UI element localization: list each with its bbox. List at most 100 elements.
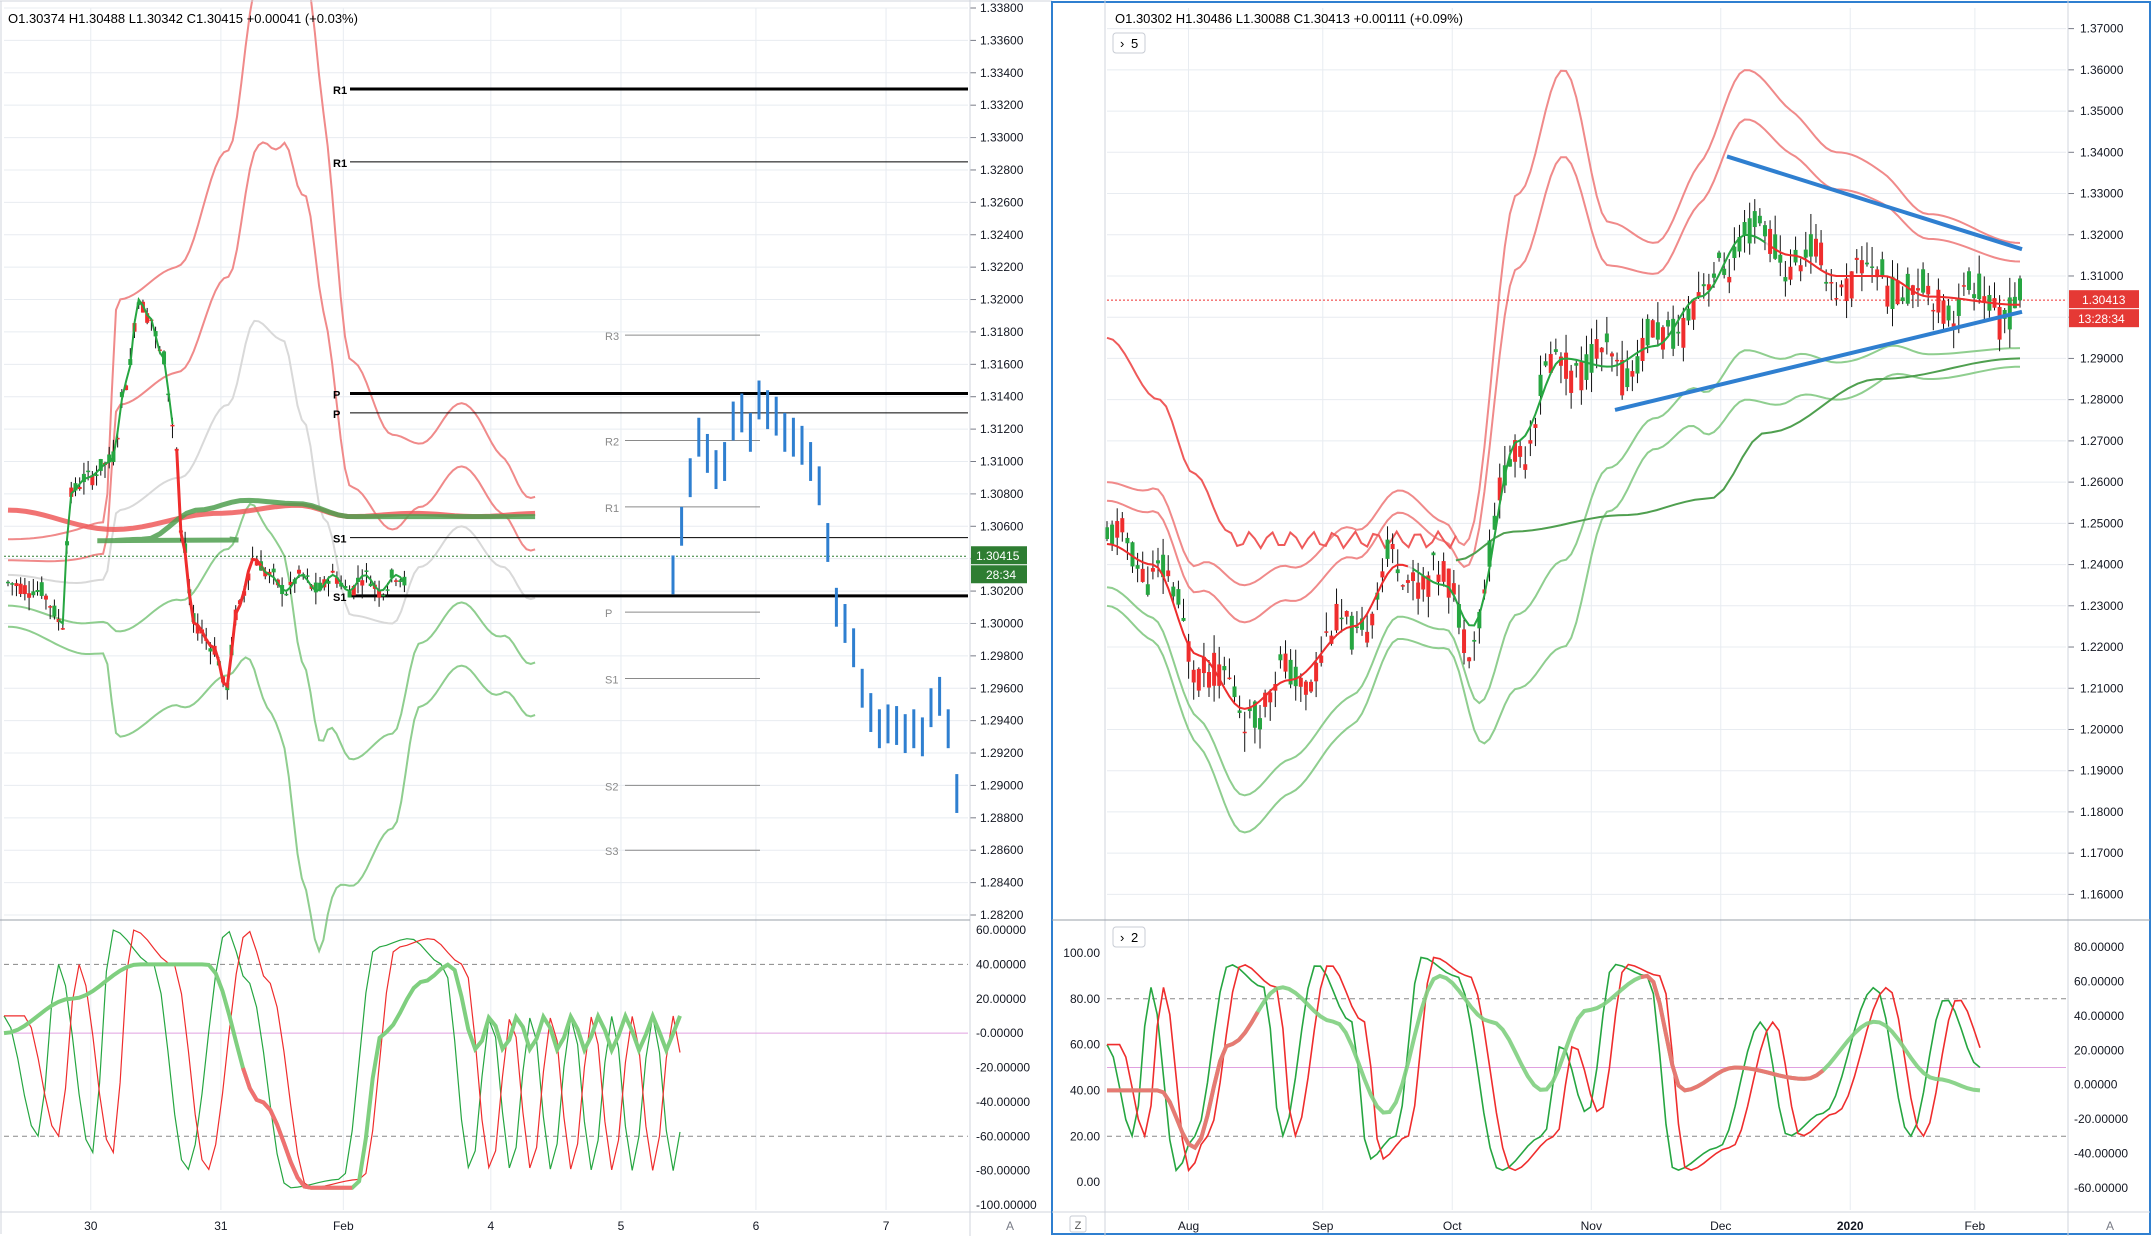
candle-body (1339, 617, 1344, 620)
candle-body (1176, 589, 1181, 605)
price-tick-label: 1.28200 (980, 908, 1024, 922)
candle-body (1145, 584, 1150, 595)
candle-body (1380, 571, 1385, 578)
candle-body (1941, 300, 1946, 324)
candle-body (1441, 561, 1446, 582)
candle-body (1635, 356, 1640, 374)
candle-body (1400, 585, 1405, 587)
candle-body (1926, 285, 1931, 295)
candle-body (1742, 222, 1747, 236)
candle-body (1191, 669, 1196, 683)
candle-body (1783, 277, 1788, 282)
candle-body (368, 583, 373, 587)
candle-body (1446, 568, 1451, 598)
candle-body (1604, 333, 1609, 343)
candle-body (1936, 289, 1941, 313)
price-tick-label: 1.34000 (2080, 145, 2124, 159)
candle-body (1258, 718, 1263, 730)
study-collapse-button[interactable]: › 5 (1112, 32, 1146, 54)
candle-body (1564, 352, 1569, 379)
chart-canvas[interactable]: R1R1PPS1S1R3R2R1PS1S2S3 O1.30374 H1.3048… (0, 0, 2152, 1236)
candle-body (1518, 446, 1523, 457)
candle-body (1436, 574, 1441, 582)
oscillator-right-tick-label: 40.00000 (2074, 1009, 2124, 1023)
price-tick-label: 1.33400 (980, 66, 1024, 80)
candle-body (1584, 354, 1589, 380)
weekly-pivot-label: S3 (605, 846, 618, 858)
candle-body (1752, 211, 1757, 228)
weekly-pivot-label: R2 (605, 436, 619, 448)
candle-body (1268, 692, 1273, 703)
candle-body (1105, 527, 1109, 540)
candle-body (1757, 215, 1762, 224)
date-tick-label: 31 (214, 1219, 228, 1233)
candle-body (1798, 265, 1803, 272)
candle-body (1676, 331, 1681, 334)
candle-body (1997, 306, 2002, 340)
oscillator-left-tick-label: 60.00 (1070, 1038, 1100, 1052)
candle-body (1762, 225, 1767, 237)
candle-body (1472, 639, 1477, 642)
candle-body (1166, 570, 1171, 577)
candle-body (1844, 278, 1849, 302)
candle-body (48, 606, 53, 608)
oscillator-tick-label: -20.00000 (976, 1061, 1030, 1075)
price-tick-label: 1.31800 (980, 325, 1024, 339)
price-tick-label: 1.29800 (980, 649, 1024, 663)
date-tick-label: 5 (618, 1219, 625, 1233)
price-tick-label: 1.29200 (980, 746, 1024, 760)
price-tick-label: 1.28800 (980, 811, 1024, 825)
candle-body (1921, 269, 1926, 293)
candle-body (43, 595, 48, 600)
osc-collapse-button[interactable]: › 2 (1112, 926, 1146, 948)
candle-body (1864, 262, 1869, 265)
candle-body (1416, 582, 1421, 599)
date-tick-label: 30 (84, 1219, 98, 1233)
candle-body (1533, 424, 1538, 428)
zoom-button[interactable]: Z (1069, 1215, 1087, 1233)
candle-body (1829, 282, 1834, 284)
candle-body (1701, 284, 1706, 287)
candle-body (1462, 629, 1467, 654)
weekly-pivot-label: S2 (605, 781, 618, 793)
price-tick-label: 1.21000 (2080, 681, 2124, 695)
price-tick-label: 1.17000 (2080, 846, 2124, 860)
price-tick-label: 1.32400 (980, 228, 1024, 242)
candle-body (1773, 234, 1778, 259)
candle-body (1222, 666, 1227, 671)
pivot-label: P (333, 409, 340, 421)
oscillator-tick-label: -60.00000 (976, 1129, 1030, 1143)
price-tick-label: 1.33200 (980, 98, 1024, 112)
candle-body (1314, 662, 1319, 682)
candle-body (52, 605, 57, 617)
candle-body (1569, 370, 1574, 393)
candle-body (1961, 285, 1966, 287)
candle-body (1681, 317, 1686, 348)
oscillator-tick-label: -80.00000 (976, 1164, 1030, 1178)
pivot-label: S1 (333, 592, 346, 604)
oscillator-tick-label: -0.00000 (976, 1026, 1024, 1040)
candle-body (1630, 371, 1635, 377)
svg-text:A: A (1006, 1219, 1014, 1233)
oscillator-right-tick-label: 60.00000 (2074, 975, 2124, 989)
candle-body (1181, 617, 1186, 621)
candle-body (1813, 238, 1818, 257)
candle-body (1609, 353, 1614, 357)
candle-body (27, 593, 32, 598)
candle-body (1824, 281, 1829, 284)
candle-body (10, 583, 15, 585)
price-tick-label: 1.30000 (980, 616, 1024, 630)
price-tick-label: 1.31200 (980, 422, 1024, 436)
candle-body (1150, 568, 1155, 572)
candle-body (18, 583, 23, 594)
candle-body (14, 583, 19, 587)
oscillator-right-tick-label: -20.00000 (2074, 1112, 2128, 1126)
auto-scale-button-left[interactable]: A (1006, 1219, 1014, 1233)
candle-body (1278, 654, 1283, 661)
candle-body (1115, 521, 1120, 538)
candle-body (1655, 322, 1660, 340)
candle-body (296, 569, 301, 574)
candle-body (1405, 580, 1410, 583)
pivot-label: R1 (333, 85, 347, 97)
auto-scale-button-right[interactable]: A (2106, 1219, 2114, 1233)
